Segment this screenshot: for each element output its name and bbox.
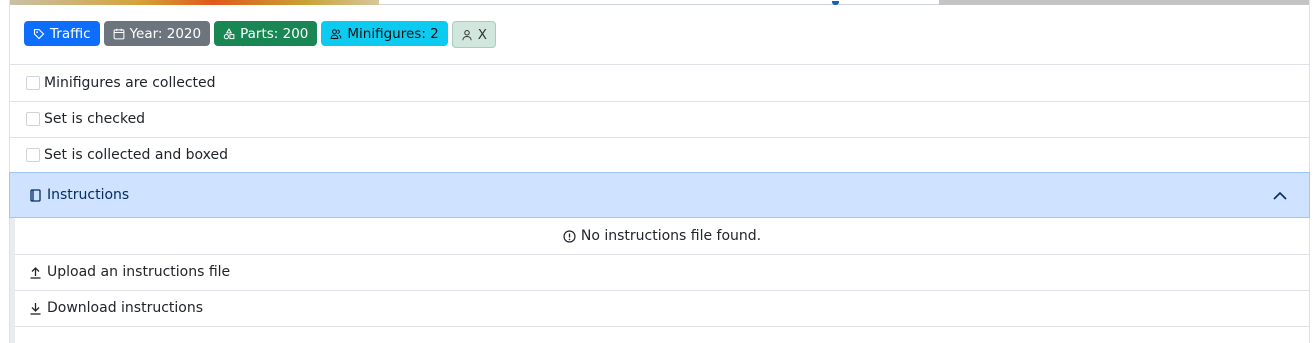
download-instructions-link[interactable]: Download instructions — [15, 290, 1309, 327]
image-strip — [10, 0, 1309, 5]
set-image — [10, 0, 379, 5]
tag-icon — [33, 28, 45, 39]
check-row-minifigures[interactable]: Minifigures are collected — [10, 65, 1309, 102]
shapes-icon — [223, 27, 235, 39]
owner-badge[interactable]: X — [451, 21, 497, 48]
set-checked-checkbox[interactable] — [26, 112, 40, 126]
check-row-checked[interactable]: Set is checked — [10, 101, 1309, 138]
user-icon — [462, 29, 472, 40]
instructions-accordion-header[interactable]: Instructions — [9, 172, 1310, 218]
minifigures-collected-checkbox[interactable] — [26, 76, 40, 90]
collected-boxed-checkbox[interactable] — [26, 148, 40, 162]
set-card: Traffic Year: 2020 Parts: 200 Minifigure… — [9, 0, 1310, 343]
check-row-boxed[interactable]: Set is collected and boxed — [10, 137, 1309, 174]
download-icon — [29, 302, 42, 315]
year-badge[interactable]: Year: 2020 — [103, 21, 211, 46]
chevron-up-icon[interactable] — [1271, 187, 1289, 205]
no-instructions-message: No instructions file found. — [15, 218, 1309, 255]
minifigures-badge[interactable]: Minifigures: 2 — [321, 21, 448, 46]
theme-badge[interactable]: Traffic — [24, 21, 100, 46]
check-label: Set is collected and boxed — [44, 147, 229, 163]
check-label: Minifigures are collected — [44, 75, 216, 91]
instructions-title: Instructions — [47, 187, 130, 203]
info-circle-icon — [563, 229, 576, 243]
group-icon — [331, 28, 342, 39]
upload-icon — [29, 266, 42, 279]
book-icon — [30, 188, 42, 202]
check-label: Set is checked — [44, 111, 146, 127]
upload-instructions-link[interactable]: Upload an instructions file — [15, 254, 1309, 291]
parts-badge[interactable]: Parts: 200 — [214, 21, 318, 46]
calendar-icon — [113, 28, 124, 39]
badge-row: Traffic Year: 2020 Parts: 200 Minifigure… — [24, 21, 497, 48]
